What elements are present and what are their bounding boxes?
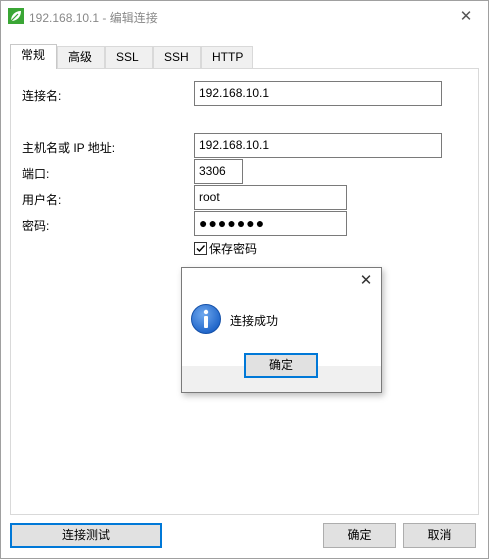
tab-general[interactable]: 常规: [10, 44, 57, 69]
user-input[interactable]: root: [194, 185, 347, 210]
test-connection-button[interactable]: 连接测试: [10, 523, 162, 548]
connection-name-input[interactable]: 192.168.10.1: [194, 81, 442, 106]
tab-http[interactable]: HTTP: [201, 46, 253, 68]
message-box: ✕ 连接成功 确定: [181, 267, 382, 393]
password-input[interactable]: ●●●●●●●: [194, 211, 347, 236]
port-input[interactable]: 3306: [194, 159, 243, 184]
tab-ssl[interactable]: SSL: [105, 46, 153, 68]
ok-button[interactable]: 确定: [323, 523, 396, 548]
save-password-label: 保存密码: [209, 242, 258, 256]
tab-advanced[interactable]: 高级: [57, 46, 105, 68]
message-ok-button[interactable]: 确定: [244, 353, 318, 378]
message-text: 连接成功: [230, 314, 279, 328]
info-icon: [190, 303, 222, 335]
user-label: 用户名:: [22, 193, 62, 207]
title-bar: 192.168.10.1 - 编辑连接 ✕: [1, 1, 488, 31]
connection-name-label: 连接名:: [22, 89, 62, 103]
edit-connection-window: 192.168.10.1 - 编辑连接 ✕ 常规 高级 SSL SSH HTTP…: [0, 0, 489, 559]
app-leaf-icon: [8, 8, 24, 24]
checkbox-checked-icon[interactable]: [194, 242, 207, 255]
host-label: 主机名或 IP 地址:: [22, 141, 116, 155]
port-label: 端口:: [22, 167, 50, 181]
tab-ssh[interactable]: SSH: [153, 46, 201, 68]
password-label: 密码:: [22, 219, 50, 233]
host-input[interactable]: 192.168.10.1: [194, 133, 442, 158]
close-icon[interactable]: ✕: [358, 273, 374, 289]
close-icon[interactable]: ✕: [458, 9, 474, 25]
save-password-checkbox[interactable]: 保存密码: [194, 240, 257, 256]
window-title: 192.168.10.1 - 编辑连接: [29, 11, 158, 25]
cancel-button[interactable]: 取消: [403, 523, 476, 548]
message-box-title-bar: ✕: [182, 268, 381, 295]
